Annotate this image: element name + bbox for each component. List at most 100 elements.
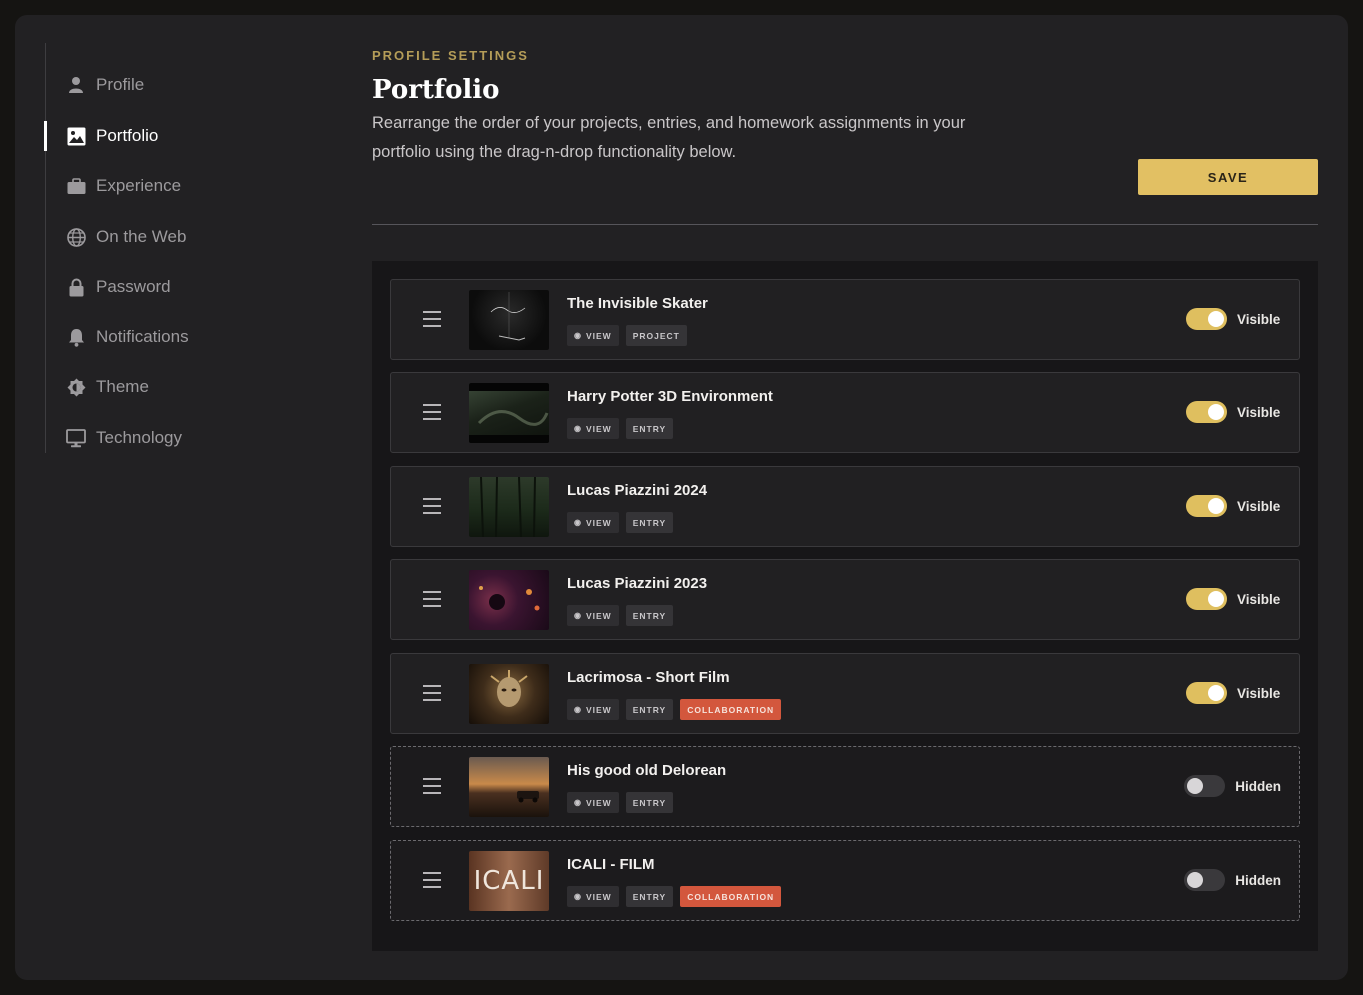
sidebar-item-notifications[interactable]: Notifications [46,320,306,354]
drag-handle-icon[interactable] [421,309,443,329]
sidebar-item-technology[interactable]: Technology [46,421,306,455]
visibility-control: Visible [1186,588,1281,610]
drag-handle-icon[interactable] [421,589,443,609]
item-title: His good old Delorean [567,762,727,779]
item-tags: ◉ VIEW ENTRY COLLABORATION [567,886,782,907]
item-title: ICALI - FILM [567,856,655,873]
item-title: Lucas Piazzini 2023 [567,575,708,592]
thumbnail [469,757,549,817]
portfolio-item[interactable]: Harry Potter 3D Environment ◉ VIEW ENTRY … [390,372,1300,453]
sidebar-item-password[interactable]: Password [46,270,306,304]
sidebar-item-label: Experience [96,176,182,195]
settings-window: Profile Portfolio Experience On the Web … [15,15,1348,980]
view-link[interactable]: ◉ VIEW [567,418,619,439]
type-badge: PROJECT [625,325,687,346]
view-label: VIEW [585,423,612,434]
type-badge: ENTRY [625,699,674,720]
item-title: Harry Potter 3D Environment [567,388,773,405]
visibility-control: Hidden [1184,775,1281,797]
sidebar-item-portfolio[interactable]: Portfolio [44,119,306,153]
view-link[interactable]: ◉ VIEW [567,605,619,626]
page-title: Portfolio [372,75,500,105]
drag-handle-icon[interactable] [421,496,443,516]
image-icon [66,126,86,146]
drag-handle-icon[interactable] [421,683,443,703]
view-label: VIEW [585,891,612,902]
thumbnail [469,383,549,443]
eye-icon: ◉ [574,611,582,620]
view-link[interactable]: ◉ VIEW [567,792,619,813]
drag-handle-icon[interactable] [421,870,443,890]
drag-handle-icon[interactable] [421,402,443,422]
view-link[interactable]: ◉ VIEW [567,512,619,533]
visibility-toggle[interactable] [1184,775,1226,797]
visibility-toggle[interactable] [1186,588,1227,610]
eye-icon: ◉ [574,518,582,527]
item-tags: ◉ VIEW PROJECT [567,325,687,346]
sidebar-item-label: Notifications [96,327,189,346]
sidebar-item-profile[interactable]: Profile [46,68,306,102]
sidebar-item-label: On the Web [96,227,187,246]
thumbnail [469,477,549,537]
visibility-toggle[interactable] [1186,495,1227,517]
collaboration-badge: COLLABORATION [680,886,782,907]
portfolio-item[interactable]: Lucas Piazzini 2024 ◉ VIEW ENTRY Visible [390,466,1300,547]
visibility-control: Visible [1186,682,1281,704]
item-tags: ◉ VIEW ENTRY [567,418,674,439]
thumbnail [469,664,549,724]
visibility-label: Hidden [1235,872,1281,888]
visibility-label: Visible [1237,404,1281,420]
visibility-label: Visible [1237,311,1281,327]
type-badge: ENTRY [625,886,674,907]
view-link[interactable]: ◉ VIEW [567,325,619,346]
collaboration-badge: COLLABORATION [680,699,782,720]
monitor-icon [66,428,86,448]
eye-icon: ◉ [574,331,582,340]
eye-icon: ◉ [574,798,582,807]
sidebar-item-label: Technology [96,428,183,447]
briefcase-icon [66,176,86,196]
item-tags: ◉ VIEW ENTRY COLLABORATION [567,699,782,720]
sidebar-item-theme[interactable]: Theme [46,370,306,404]
item-title: The Invisible Skater [567,295,708,312]
sidebar-item-experience[interactable]: Experience [46,169,306,203]
item-title: Lucas Piazzini 2024 [567,482,708,499]
portfolio-item[interactable]: Lucas Piazzini 2023 ◉ VIEW ENTRY Visible [390,559,1300,640]
sidebar-item-label: Theme [96,377,149,396]
view-link[interactable]: ◉ VIEW [567,886,619,907]
view-label: VIEW [585,517,612,528]
portfolio-item[interactable]: The Invisible Skater ◉ VIEW PROJECT Visib… [390,279,1300,360]
eye-icon: ◉ [574,705,582,714]
visibility-label: Hidden [1235,778,1281,794]
header-divider [372,224,1318,225]
visibility-control: Visible [1186,308,1281,330]
page-description: Rearrange the order of your projects, en… [372,114,966,161]
visibility-control: Visible [1186,495,1281,517]
visibility-toggle[interactable] [1186,308,1227,330]
sidebar-item-label: Password [96,277,171,296]
drag-handle-icon[interactable] [421,776,443,796]
view-label: VIEW [585,797,612,808]
type-badge: ENTRY [625,605,674,626]
thumbnail [469,290,549,350]
theme-icon [66,377,86,397]
visibility-toggle[interactable] [1186,401,1227,423]
portfolio-item[interactable]: ICALI ICALI - FILM ◉ VIEW ENTRY COLLABORA… [390,840,1300,921]
view-link[interactable]: ◉ VIEW [567,699,619,720]
view-label: VIEW [585,610,612,621]
visibility-toggle[interactable] [1186,682,1227,704]
portfolio-item[interactable]: Lacrimosa - Short Film ◉ VIEW ENTRY COLLA… [390,653,1300,734]
visibility-label: Visible [1237,685,1281,701]
visibility-toggle[interactable] [1184,869,1226,891]
item-tags: ◉ VIEW ENTRY [567,792,674,813]
lock-icon [66,277,86,297]
view-label: VIEW [585,330,612,341]
view-label: VIEW [585,704,612,715]
visibility-control: Hidden [1184,869,1281,891]
save-button[interactable]: SAVE [1138,159,1318,195]
eye-icon: ◉ [574,424,582,433]
sidebar-item-on-the-web[interactable]: On the Web [46,220,306,254]
portfolio-item[interactable]: His good old Delorean ◉ VIEW ENTRY Hidden [390,746,1300,827]
section-eyebrow: PROFILE SETTINGS [372,48,529,63]
thumbnail-logo: ICALI [473,866,545,896]
